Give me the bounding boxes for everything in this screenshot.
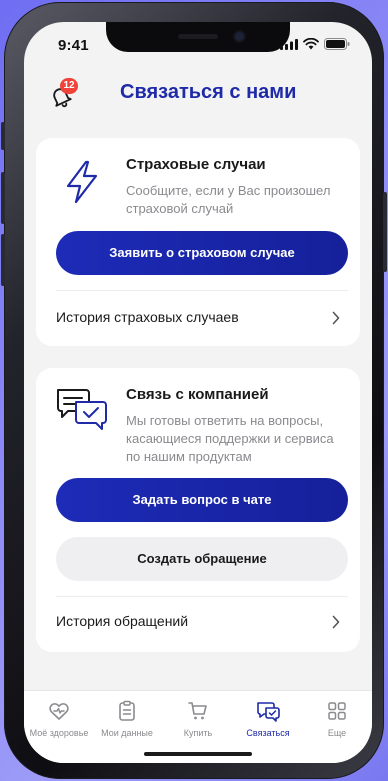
mute-switch <box>1 122 5 150</box>
report-insurance-case-button[interactable]: Заявить о страховом случае <box>56 231 348 275</box>
chevron-right-icon <box>332 311 340 325</box>
nav-item-buy[interactable]: Купить <box>163 699 233 738</box>
signal-icon <box>280 38 298 50</box>
chevron-right-icon <box>332 615 340 629</box>
volume-up-button <box>1 172 5 224</box>
notification-badge: 12 <box>60 78 78 94</box>
contact-company-title: Связь с компанией <box>126 386 269 403</box>
chat-bubbles-icon <box>57 389 107 430</box>
nav-item-my-data[interactable]: Мои данные <box>92 699 162 738</box>
insurance-history-link[interactable]: История страховых случаев <box>36 296 360 340</box>
home-indicator <box>144 752 252 756</box>
status-time: 9:41 <box>58 37 89 54</box>
nav-label: Мои данные <box>101 728 153 738</box>
status-bar: 9:41 <box>24 22 372 68</box>
power-button <box>383 192 387 272</box>
phone-screen: 9:41 12 Связаться с нами Страховые случа… <box>24 22 372 763</box>
phone-frame: 9:41 12 Связаться с нами Страховые случа… <box>1 2 387 779</box>
insurance-cases-card: Страховые случаи Сообщите, если у Вас пр… <box>36 138 360 346</box>
chat-icon <box>257 702 280 722</box>
heart-icon <box>49 703 69 720</box>
header: 12 Связаться с нами <box>24 74 372 114</box>
nav-label: Моё здоровье <box>29 728 89 738</box>
volume-down-button <box>1 234 5 286</box>
contact-company-description: Мы готовы ответить на вопросы, касающиес… <box>126 413 334 464</box>
earpiece-speaker <box>178 34 218 39</box>
status-icons <box>280 38 350 50</box>
clipboard-icon <box>119 700 135 721</box>
nav-label: Еще <box>327 728 347 738</box>
ask-question-chat-button[interactable]: Задать вопрос в чате <box>56 478 348 522</box>
requests-history-label: История обращений <box>56 613 189 629</box>
nav-item-contact[interactable]: Связаться <box>233 699 303 738</box>
nav-label: Купить <box>183 728 213 738</box>
battery-icon <box>324 38 350 50</box>
grid-icon <box>328 702 346 720</box>
create-request-button[interactable]: Создать обращение <box>56 537 348 581</box>
wifi-icon <box>303 38 319 50</box>
divider <box>56 290 348 291</box>
nav-item-health[interactable]: Моё здоровье <box>24 699 94 738</box>
insurance-cases-title: Страховые случаи <box>126 156 266 173</box>
divider <box>56 596 348 597</box>
insurance-cases-description: Сообщите, если у Вас произошел страховой… <box>126 183 331 216</box>
lightning-icon <box>66 160 98 204</box>
requests-history-link[interactable]: История обращений <box>36 600 360 644</box>
contact-company-card: Связь с компанией Мы готовы ответить на … <box>36 368 360 652</box>
front-camera <box>235 32 244 41</box>
insurance-history-label: История страховых случаев <box>56 309 239 325</box>
cart-icon <box>188 702 207 720</box>
notch <box>106 22 290 52</box>
page-title: Связаться с нами <box>120 81 297 103</box>
notifications-button[interactable]: 12 <box>48 78 78 108</box>
nav-label: Связаться <box>246 728 290 738</box>
nav-item-more[interactable]: Еще <box>302 699 372 738</box>
